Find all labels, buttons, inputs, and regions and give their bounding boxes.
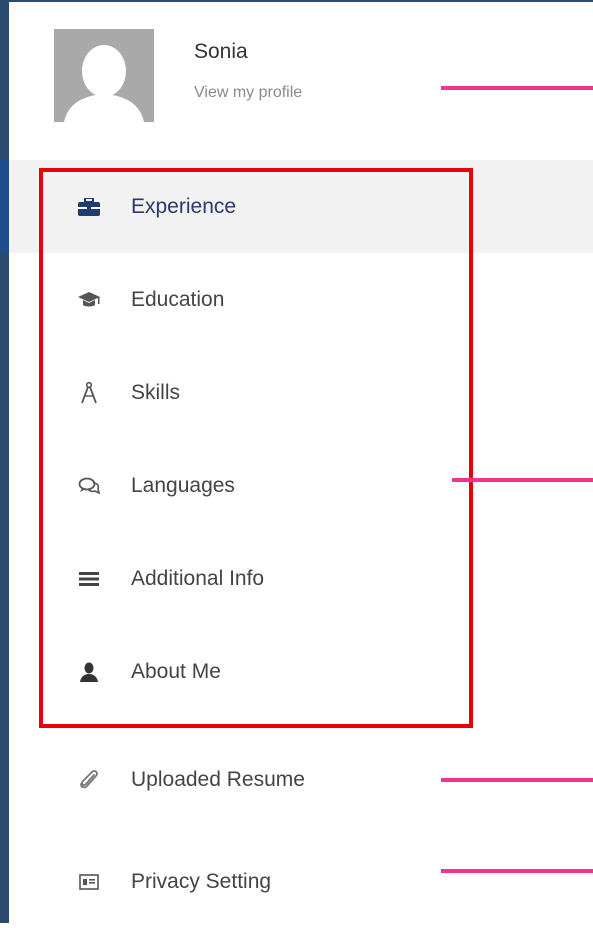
callout-line-menu [452, 478, 593, 482]
sidebar-item-label: Additional Info [131, 566, 265, 590]
callout-line-uploaded-resume [441, 778, 593, 782]
sidebar-item-label: Languages [131, 473, 235, 497]
sidebar-item-label: Skills [131, 380, 181, 404]
sidebar-item-label: About Me [131, 659, 221, 683]
paperclip-icon [77, 768, 101, 792]
sidebar-item-about-me[interactable]: About Me [9, 625, 593, 718]
compass-icon [77, 381, 101, 405]
briefcase-icon [77, 195, 101, 219]
sidebar-item-label: Education [131, 287, 225, 311]
avatar-silhouette-icon [54, 29, 154, 122]
graduation-cap-icon [77, 288, 101, 312]
sidebar-item-label: Privacy Setting [131, 869, 272, 893]
callout-line-profile [441, 86, 593, 90]
active-indicator [0, 160, 9, 253]
speech-bubbles-icon [77, 474, 101, 498]
id-card-icon [77, 870, 101, 894]
avatar[interactable] [54, 29, 154, 122]
sidebar-item-label: Experience [131, 194, 237, 218]
sidebar-item-privacy-setting[interactable]: Privacy Setting [9, 835, 593, 928]
sidebar-item-additional-info[interactable]: Additional Info [9, 532, 593, 625]
sidebar-item-experience[interactable]: Experience [0, 160, 593, 253]
sidebar-item-skills[interactable]: Skills [9, 346, 593, 439]
list-lines-icon [77, 567, 101, 591]
view-profile-link[interactable]: View my profile [194, 84, 302, 102]
sidebar-item-education[interactable]: Education [9, 253, 593, 346]
profile-name: Sonia [194, 40, 248, 63]
sidebar-frame: Sonia View my profile Experience Educati… [0, 0, 593, 923]
user-icon [77, 660, 101, 684]
sidebar-item-languages[interactable]: Languages [9, 439, 593, 532]
profile-header: Sonia View my profile [9, 2, 593, 157]
sidebar-item-label: Uploaded Resume [131, 767, 305, 791]
callout-line-privacy-setting [441, 869, 593, 873]
